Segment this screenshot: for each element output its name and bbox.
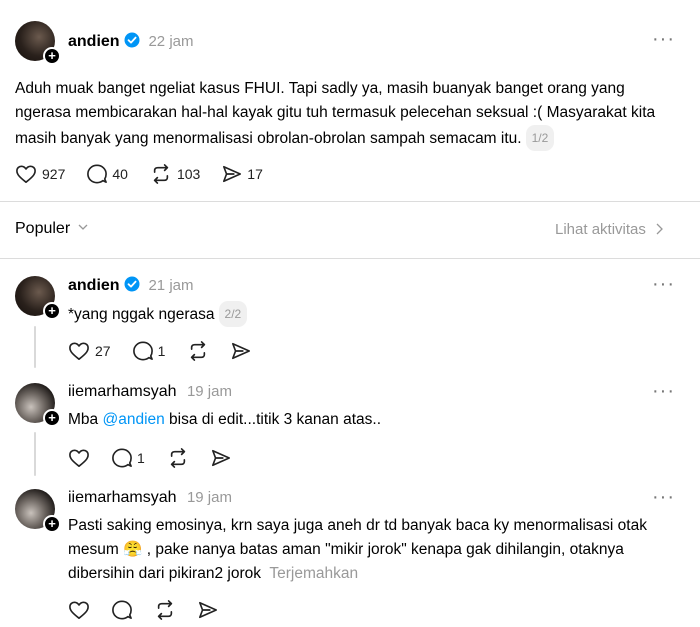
comment-icon xyxy=(132,341,153,361)
reply-count: 1 xyxy=(137,450,145,466)
reply-actions: 27 1 xyxy=(68,341,273,361)
repost-button[interactable] xyxy=(167,448,189,468)
reply-count: 1 xyxy=(157,343,166,359)
follow-plus-icon[interactable]: + xyxy=(43,302,61,320)
sort-label: Populer xyxy=(15,220,71,237)
repost-icon xyxy=(191,341,206,361)
username[interactable]: iiemarhamsyah xyxy=(68,383,176,400)
repost-button[interactable] xyxy=(187,341,209,361)
reply-button[interactable]: 40 xyxy=(87,164,128,184)
activity-label: Lihat aktivitas xyxy=(555,221,646,238)
share-count: 17 xyxy=(247,166,263,182)
reply-text: *yang nggak ngerasa 2/2 xyxy=(68,301,248,327)
reply-actions: 1 xyxy=(68,448,253,468)
repost-icon xyxy=(157,600,173,620)
activity-link[interactable]: Lihat aktivitas xyxy=(555,221,663,238)
more-icon[interactable]: ··· xyxy=(652,28,675,51)
post-actions: 927 40 103 17 xyxy=(15,164,285,184)
share-button[interactable]: 17 xyxy=(222,164,263,184)
reply-button[interactable] xyxy=(112,600,132,620)
mention-link[interactable]: @andien xyxy=(102,411,164,428)
chevron-down-icon xyxy=(78,224,88,230)
comment-icon xyxy=(112,448,132,468)
post-time: 22 jam xyxy=(148,33,194,50)
verified-icon xyxy=(124,32,140,48)
repost-count: 103 xyxy=(176,166,201,182)
sort-dropdown[interactable]: Populer xyxy=(15,220,88,238)
share-icon xyxy=(232,342,251,360)
reply-count: 40 xyxy=(112,166,128,182)
like-button[interactable]: 927 xyxy=(15,164,65,184)
like-count: 27 xyxy=(95,343,111,359)
like-count: 927 xyxy=(42,166,66,182)
thread-line xyxy=(34,432,36,476)
reply-actions xyxy=(68,600,240,620)
comment-icon xyxy=(112,600,132,620)
reply-text-content: Mba xyxy=(68,411,103,428)
avatar[interactable]: + xyxy=(15,489,61,533)
username[interactable]: andien xyxy=(68,33,120,50)
avatar[interactable]: + xyxy=(15,276,61,320)
follow-plus-icon[interactable]: + xyxy=(43,409,61,427)
thread-pager: 2/2 xyxy=(218,301,248,327)
repost-icon xyxy=(153,164,169,184)
post-text: Aduh muak banget ngeliat kasus FHUI. Tap… xyxy=(15,77,675,151)
reply-time: 21 jam xyxy=(148,277,194,294)
avatar[interactable]: + xyxy=(15,383,61,427)
heart-icon xyxy=(16,165,36,183)
heart-icon xyxy=(69,342,89,360)
share-button[interactable] xyxy=(211,448,231,468)
thread-line xyxy=(34,326,36,368)
more-icon[interactable]: ··· xyxy=(652,486,675,509)
reply-time: 19 jam xyxy=(186,383,232,400)
more-icon[interactable]: ··· xyxy=(652,380,675,403)
share-icon xyxy=(223,165,242,183)
follow-plus-icon[interactable]: + xyxy=(43,47,61,65)
share-button[interactable] xyxy=(198,600,218,620)
avatar[interactable]: + xyxy=(15,21,61,65)
follow-plus-icon[interactable]: + xyxy=(43,515,61,533)
divider xyxy=(0,201,700,202)
like-button[interactable]: 27 xyxy=(68,341,111,361)
reply-text: Pasti saking emosinya, krn saya juga ane… xyxy=(68,514,678,586)
thread-pager: 1/2 xyxy=(525,125,555,151)
verified-icon xyxy=(124,276,140,292)
reply-text: Mba @andien bisa di edit...titik 3 kanan… xyxy=(68,408,381,432)
post-text-content: Aduh muak banget ngeliat kasus FHUI. Tap… xyxy=(15,80,656,147)
more-icon[interactable]: ··· xyxy=(652,273,675,296)
share-button[interactable] xyxy=(231,341,251,361)
heart-icon xyxy=(69,601,89,619)
post-header: andien 22 jam xyxy=(68,32,194,51)
chevron-right-icon xyxy=(656,223,663,235)
heart-icon xyxy=(69,449,89,467)
reply-header: andien 21 jam xyxy=(68,276,194,295)
reply-header: iiemarhamsyah 19 jam xyxy=(68,489,232,507)
like-button[interactable] xyxy=(68,600,90,620)
share-icon xyxy=(211,449,230,467)
divider xyxy=(0,258,700,259)
reply-text-content: bisa di edit...titik 3 kanan atas.. xyxy=(164,411,382,428)
reply-time: 19 jam xyxy=(186,489,232,506)
username[interactable]: andien xyxy=(68,277,120,294)
repost-icon xyxy=(170,448,185,468)
like-button[interactable] xyxy=(68,448,90,468)
reply-button[interactable]: 1 xyxy=(132,341,166,361)
reply-button[interactable]: 1 xyxy=(112,448,145,468)
repost-button[interactable]: 103 xyxy=(150,164,200,184)
comment-icon xyxy=(87,164,108,184)
username[interactable]: iiemarhamsyah xyxy=(68,489,176,506)
share-icon xyxy=(199,601,217,619)
reply-text-content: *yang nggak ngerasa xyxy=(68,306,215,323)
translate-link[interactable]: Terjemahkan xyxy=(269,565,358,582)
repost-button[interactable] xyxy=(154,600,176,620)
reply-header: iiemarhamsyah 19 jam xyxy=(68,383,232,401)
